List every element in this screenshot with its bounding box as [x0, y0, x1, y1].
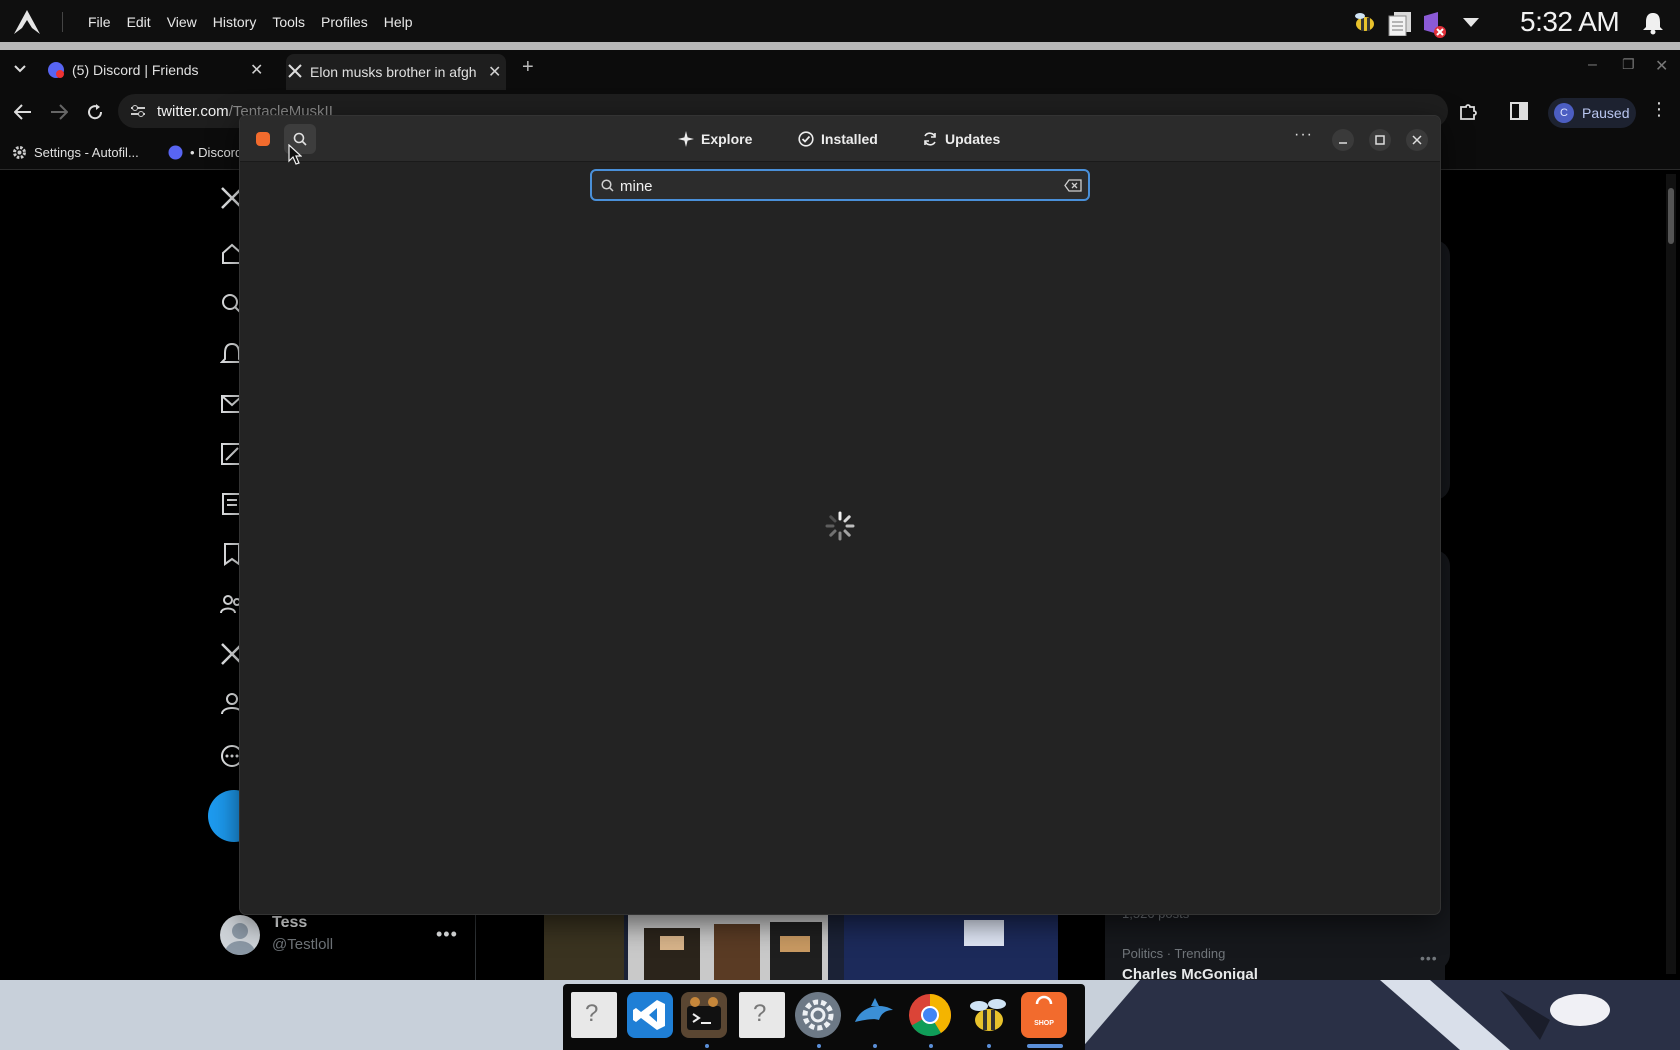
site-settings-icon[interactable] — [130, 104, 146, 118]
bookmark-settings-autofill[interactable]: Settings - Autofil... — [34, 145, 139, 160]
menu-file[interactable]: File — [80, 14, 119, 30]
dock: ? ? SHOP — [563, 984, 1085, 1050]
bee-tray-icon[interactable] — [1352, 10, 1378, 34]
store-header-bar: Explore Installed Updates ··· — [240, 116, 1440, 165]
tab-updates[interactable]: Updates — [922, 128, 1000, 150]
active-app-indicator — [1027, 1044, 1063, 1048]
dolphin-emulator-icon[interactable] — [851, 992, 897, 1038]
bookmark-discord[interactable]: • Discord — [190, 145, 242, 160]
clock[interactable]: 5:32 AM — [1520, 6, 1620, 38]
tab-label: Elon musks brother in afgh — [310, 64, 477, 80]
page-scrollbar[interactable] — [1666, 174, 1676, 974]
search-input[interactable] — [620, 175, 1040, 197]
check-circle-icon — [798, 131, 814, 147]
side-panel-icon[interactable] — [1510, 102, 1528, 120]
store-menu-more-icon[interactable]: ··· — [1294, 126, 1313, 144]
tab-close-icon[interactable]: ✕ — [250, 60, 263, 80]
account-handle: @Testloll — [272, 936, 334, 953]
store-close-button[interactable] — [1406, 129, 1428, 151]
sparkle-icon — [678, 131, 694, 147]
vscode-tray-icon[interactable] — [1420, 10, 1448, 38]
tab-explore-label: Explore — [701, 131, 753, 147]
menu-edit[interactable]: Edit — [119, 14, 159, 30]
running-indicator — [873, 1044, 877, 1048]
running-indicator — [929, 1044, 933, 1048]
app-store-shop-icon[interactable]: SHOP — [1021, 992, 1067, 1038]
post-media-image[interactable] — [544, 914, 1058, 980]
unknown-file-icon[interactable]: ? — [739, 992, 785, 1038]
window-minimize-icon[interactable]: – — [1588, 56, 1597, 74]
menu-view[interactable]: View — [159, 14, 205, 30]
account-menu-more-icon[interactable]: ••• — [436, 924, 458, 945]
system-settings-icon[interactable] — [795, 992, 841, 1038]
profile-status-label: Paused — [1582, 105, 1630, 121]
store-maximize-button[interactable] — [1369, 129, 1391, 151]
browser-menu-kebab-icon[interactable]: ⋮ — [1650, 100, 1668, 118]
bee-app-icon[interactable] — [965, 992, 1011, 1038]
clear-search-icon[interactable] — [1064, 179, 1082, 192]
profile-paused-button[interactable]: C Paused — [1548, 98, 1636, 128]
menu-tools[interactable]: Tools — [264, 14, 313, 30]
menu-help[interactable]: Help — [376, 14, 421, 30]
trend-more-icon[interactable]: ••• — [1420, 950, 1438, 966]
clipboard-tray-icon[interactable] — [1387, 10, 1413, 36]
app-menu: File Edit View History Tools Profiles He… — [80, 0, 421, 44]
running-indicator — [817, 1044, 821, 1048]
divider — [62, 12, 63, 32]
loading-spinner-icon — [824, 510, 856, 542]
browser-tab-bar: (5) Discord | Friends ✕ Elon musks broth… — [0, 50, 1680, 90]
x-logo-icon — [288, 64, 302, 78]
column-divider — [475, 910, 476, 980]
wallpaper-art — [1080, 980, 1680, 1050]
notification-bell-icon[interactable] — [1642, 11, 1664, 35]
account-name: Tess — [272, 914, 308, 931]
reload-icon[interactable] — [86, 103, 104, 121]
menu-profiles[interactable]: Profiles — [313, 14, 376, 30]
gear-icon — [12, 145, 27, 160]
window-close-icon[interactable]: ✕ — [1655, 56, 1668, 76]
running-indicator — [705, 1044, 709, 1048]
tray-expand-icon[interactable] — [1462, 16, 1480, 28]
profile-avatar: C — [1554, 103, 1574, 123]
store-search-field[interactable] — [590, 169, 1090, 201]
search-icon — [601, 179, 614, 192]
tab-installed[interactable]: Installed — [798, 128, 878, 150]
tab-close-icon[interactable]: ✕ — [488, 62, 501, 82]
tab-discord[interactable]: (5) Discord | Friends ✕ — [46, 54, 266, 86]
avatar[interactable] — [220, 915, 260, 955]
vscode-icon[interactable] — [627, 992, 673, 1038]
extensions-puzzle-icon[interactable] — [1458, 102, 1478, 122]
mouse-cursor-icon — [288, 144, 302, 166]
tab-twitter[interactable]: Elon musks brother in afgh ✕ — [286, 54, 506, 90]
url-host: twitter.com — [157, 103, 229, 120]
tab-explore[interactable]: Explore — [678, 128, 752, 150]
forward-arrow-icon[interactable] — [50, 104, 68, 120]
store-app-icon — [256, 132, 270, 146]
new-tab-plus-icon[interactable]: + — [522, 56, 534, 79]
shop-label: SHOP — [1034, 1020, 1054, 1027]
panel-divider — [0, 42, 1680, 50]
tab-installed-label: Installed — [821, 131, 878, 147]
app-store-window: Explore Installed Updates ··· — [240, 116, 1440, 914]
refresh-icon — [922, 131, 938, 147]
chrome-icon[interactable] — [907, 992, 953, 1038]
unknown-file-icon[interactable]: ? — [571, 992, 617, 1038]
discord-icon — [168, 145, 183, 160]
menu-history[interactable]: History — [205, 14, 265, 30]
discord-icon — [48, 62, 64, 78]
tab-updates-label: Updates — [945, 131, 1001, 147]
store-minimize-button[interactable] — [1332, 129, 1354, 151]
system-top-bar: File Edit View History Tools Profiles He… — [0, 0, 1680, 44]
running-indicator — [987, 1044, 991, 1048]
window-restore-icon[interactable]: ❐ — [1622, 56, 1635, 73]
arch-logo-icon[interactable] — [12, 8, 42, 36]
back-arrow-icon[interactable] — [14, 104, 32, 120]
trend-category: Politics · Trending — [1122, 946, 1226, 961]
tab-list-chevron-down-icon[interactable] — [14, 65, 26, 73]
tab-label: (5) Discord | Friends — [72, 62, 199, 78]
terminal-icon[interactable] — [681, 992, 727, 1038]
